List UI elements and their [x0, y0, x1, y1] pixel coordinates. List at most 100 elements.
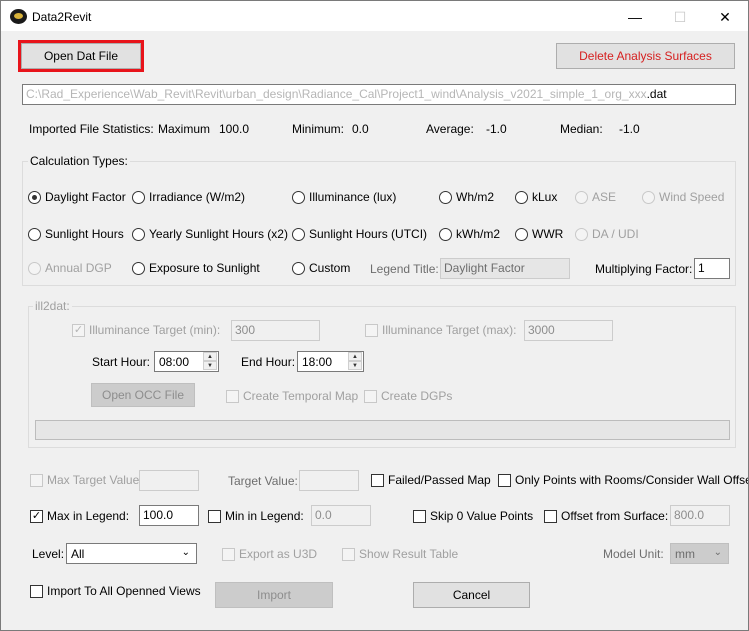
radio-label: WWR — [532, 227, 564, 241]
checkbox-label: Illuminance Target (min): — [89, 323, 221, 337]
radio-da-udi[interactable]: DA / UDI — [575, 227, 639, 241]
legend-title-input[interactable]: Daylight Factor — [440, 258, 570, 279]
level-value: All — [71, 547, 85, 561]
import-button[interactable]: Import — [215, 582, 333, 608]
file-path-extension: .dat — [646, 87, 667, 101]
checkbox-box — [544, 509, 557, 523]
illuminance-min-input[interactable]: 300 — [231, 320, 320, 341]
checkbox-label: Offset from Surface: — [561, 509, 669, 523]
stats-avg-value: -1.0 — [486, 122, 507, 136]
radio-dot — [292, 261, 305, 275]
checkbox-box — [413, 509, 426, 523]
spin-down-icon[interactable]: ▼ — [203, 361, 217, 370]
import-to-all-views-checkbox[interactable]: Import To All Openned Views — [30, 584, 201, 598]
checkbox-box — [226, 389, 239, 403]
radio-sunlight-hours-utci[interactable]: Sunlight Hours (UTCI) — [292, 227, 427, 241]
radio-dot — [439, 190, 452, 204]
radio-kwhm2[interactable]: kWh/m2 — [439, 227, 500, 241]
radio-klux[interactable]: kLux — [515, 190, 557, 204]
skip-zero-value-points-checkbox[interactable]: Skip 0 Value Points — [413, 509, 533, 523]
end-hour-spinner[interactable]: 18:00 ▲ ▼ — [297, 351, 364, 372]
radio-label: Illuminance (lux) — [309, 190, 397, 204]
radio-label: ASE — [592, 190, 617, 204]
checkbox-box — [364, 389, 377, 403]
max-in-legend-input[interactable]: 100.0 — [139, 505, 199, 526]
radio-dot — [28, 261, 41, 275]
radio-dot — [132, 227, 145, 241]
radio-annual-dgp[interactable]: Annual DGP — [28, 261, 112, 275]
open-dat-file-button[interactable]: Open Dat File — [21, 43, 141, 69]
checkbox-label: Import To All Openned Views — [47, 584, 201, 598]
radio-custom[interactable]: Custom — [292, 261, 350, 275]
maximize-button[interactable]: ☐ — [657, 2, 703, 32]
radio-yearly-sunlight-hours[interactable]: Yearly Sunlight Hours (x2) — [132, 227, 288, 241]
multiplying-factor-input[interactable]: 1 — [694, 258, 730, 279]
offset-from-surface-input[interactable]: 800.0 — [670, 505, 730, 526]
delete-analysis-surfaces-button[interactable]: Delete Analysis Surfaces — [556, 43, 735, 69]
start-hour-value: 08:00 — [159, 355, 190, 369]
cancel-button[interactable]: Cancel — [413, 582, 530, 608]
model-unit-value: mm — [675, 547, 695, 561]
checkbox-label: Only Points with Rooms/Consider Wall Off… — [515, 473, 749, 487]
file-path-field[interactable]: C:\Rad_Experience\Wab_Revit\Revit\urban_… — [22, 84, 736, 105]
radio-wind-speed[interactable]: Wind Speed — [642, 190, 724, 204]
illuminance-max-input[interactable]: 3000 — [524, 320, 613, 341]
radio-wwr[interactable]: WWR — [515, 227, 563, 241]
radio-label: Sunlight Hours (UTCI) — [309, 227, 428, 241]
level-dropdown[interactable]: All ⌄ — [66, 543, 197, 564]
spin-up-icon[interactable]: ▲ — [203, 352, 217, 361]
radio-illuminance[interactable]: Illuminance (lux) — [292, 190, 396, 204]
max-target-value-checkbox[interactable]: Max Target Value: — [30, 473, 143, 487]
radio-sunlight-hours[interactable]: Sunlight Hours — [28, 227, 124, 241]
spin-up-icon[interactable]: ▲ — [348, 352, 362, 361]
radio-ase[interactable]: ASE — [575, 190, 616, 204]
min-in-legend-checkbox[interactable]: Min in Legend: — [208, 509, 304, 523]
illuminance-min-checkbox[interactable]: ✓ Illuminance Target (min): — [72, 323, 220, 337]
checkbox-box — [371, 473, 384, 487]
stats-median-label: Median: — [560, 122, 603, 136]
only-points-with-rooms-checkbox[interactable]: Only Points with Rooms/Consider Wall Off… — [498, 473, 749, 487]
radio-irradiance[interactable]: Irradiance (W/m2) — [132, 190, 245, 204]
offset-from-surface-checkbox[interactable]: Offset from Surface: — [544, 509, 668, 523]
failed-passed-map-checkbox[interactable]: Failed/Passed Map — [371, 473, 491, 487]
min-in-legend-input[interactable]: 0.0 — [311, 505, 371, 526]
radio-daylight-factor[interactable]: Daylight Factor — [28, 190, 126, 204]
create-dgps-checkbox[interactable]: Create DGPs — [364, 389, 452, 403]
minimize-button[interactable]: — — [612, 2, 658, 32]
checkbox-box: ✓ — [30, 509, 43, 523]
max-in-legend-checkbox[interactable]: ✓ Max in Legend: — [30, 509, 129, 523]
target-value-input[interactable] — [299, 470, 359, 491]
create-temporal-map-checkbox[interactable]: Create Temporal Map — [226, 389, 358, 403]
max-target-value-input[interactable] — [139, 470, 199, 491]
checkbox-box — [222, 547, 235, 561]
radio-dot — [515, 227, 528, 241]
close-button[interactable]: ✕ — [702, 2, 748, 32]
stats-avg-label: Average: — [426, 122, 474, 136]
start-hour-spinner[interactable]: 08:00 ▲ ▼ — [154, 351, 219, 372]
progress-bar — [35, 420, 730, 440]
radio-label: kLux — [532, 190, 558, 204]
checkbox-label: Illuminance Target (max): — [382, 323, 517, 337]
radio-dot — [132, 261, 145, 275]
model-unit-dropdown[interactable]: mm ⌄ — [670, 543, 729, 564]
legend-title-label: Legend Title: — [370, 262, 439, 276]
radio-label: Daylight Factor — [45, 190, 126, 204]
show-result-table-checkbox[interactable]: Show Result Table — [342, 547, 458, 561]
radio-exposure-to-sunlight[interactable]: Exposure to Sunlight — [132, 261, 260, 275]
checkbox-label: Create DGPs — [381, 389, 453, 403]
open-occ-file-button[interactable]: Open OCC File — [91, 383, 195, 407]
file-path-text: C:\Rad_Experience\Wab_Revit\Revit\urban_… — [26, 87, 647, 101]
start-hour-label: Start Hour: — [92, 355, 151, 369]
end-hour-value: 18:00 — [302, 355, 333, 369]
export-as-u3d-checkbox[interactable]: Export as U3D — [222, 547, 317, 561]
illuminance-max-checkbox[interactable]: Illuminance Target (max): — [365, 323, 517, 337]
level-label: Level: — [32, 547, 65, 561]
checkbox-label: Max Target Value: — [47, 473, 143, 487]
checkbox-label: Failed/Passed Map — [388, 473, 491, 487]
spin-down-icon[interactable]: ▼ — [348, 361, 362, 370]
checkbox-box — [342, 547, 355, 561]
radio-dot — [28, 190, 41, 204]
radio-label: Wh/m2 — [456, 190, 495, 204]
radio-whm2[interactable]: Wh/m2 — [439, 190, 494, 204]
radio-dot — [439, 227, 452, 241]
